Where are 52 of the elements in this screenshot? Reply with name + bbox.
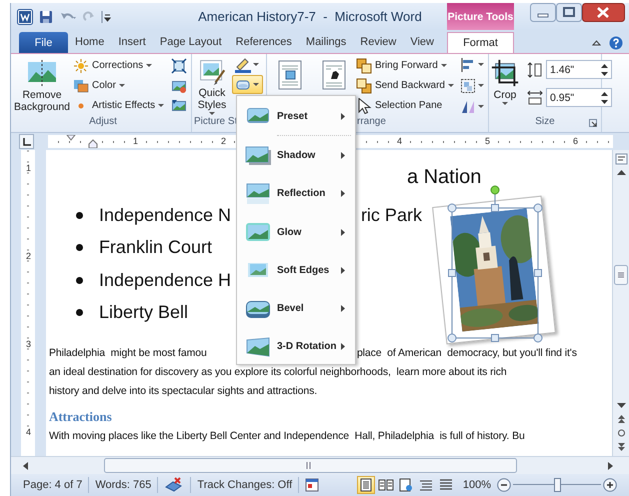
ribbon-button[interactable]: Corrections <box>69 56 171 75</box>
ribbon-tab[interactable]: References <box>228 32 299 53</box>
menu-item[interactable]: Reflection <box>237 174 355 213</box>
ribbon-tab[interactable]: Insert <box>111 32 153 53</box>
menu-item[interactable]: Soft Edges <box>237 251 355 290</box>
ribbon-button[interactable]: Send Backward <box>354 76 457 95</box>
subheading: Attractions <box>48 408 113 426</box>
page-count[interactable]: Page: 4 of 7 <box>23 479 82 491</box>
menu-item[interactable]: Preset <box>237 97 355 136</box>
width-field[interactable]: 0.95" <box>546 88 612 107</box>
quick-styles-button[interactable]: Quick Styles <box>192 56 232 115</box>
menu-item[interactable]: Shadow <box>237 136 355 175</box>
paragraph-line: With moving places like the Liberty Bell Center and Independence Hall, Philadelphia is full of history. Bu <box>48 430 525 442</box>
menu-item[interactable]: Bevel <box>237 289 355 328</box>
list-item-text: Independence N <box>98 204 232 225</box>
ribbon-tab[interactable]: Mailings <box>298 32 354 53</box>
ribbon-button[interactable]: Bring Forward <box>354 56 457 75</box>
remove-background-button[interactable]: Remove Background <box>15 56 69 115</box>
window-title: American History7-7 - Microsoft Word <box>197 9 423 24</box>
contextual-tab-title: Picture Tools <box>447 3 514 30</box>
ribbon-button[interactable]: Selection Pane <box>354 96 457 115</box>
ribbon-tab[interactable]: Home <box>68 32 112 53</box>
ribbon-button[interactable]: Artistic Effects <box>69 96 171 115</box>
paragraph-line: history and delve into its spectacular sights and attractions. <box>48 384 318 399</box>
ruler-number: 2 <box>26 251 31 261</box>
ribbon-tab[interactable]: Page Layout <box>152 32 229 53</box>
group-label: Adjust <box>89 116 117 127</box>
word-count[interactable]: Words: 765 <box>95 479 152 491</box>
ribbon-tab[interactable]: Review <box>353 32 404 53</box>
crop-button[interactable]: Crop <box>489 56 521 115</box>
list-item-text: Independence H <box>98 270 232 290</box>
ribbon-button[interactable]: Color <box>69 76 171 95</box>
ruler-number: 4 <box>26 427 31 437</box>
paragraph-line: place of American democracy, but you'll find it's <box>356 346 577 361</box>
ribbon-tab[interactable]: View <box>403 32 441 53</box>
ruler-number: 1 <box>26 163 31 173</box>
ribbon-tab[interactable]: Format <box>447 32 514 53</box>
list-item-text: Franklin Court <box>98 237 212 258</box>
group-label: rrange <box>357 116 386 127</box>
paragraph-line: Philadelphia might be most famou <box>48 347 207 359</box>
menu-item[interactable]: Glow <box>237 212 355 252</box>
list-item-text: ric Park <box>360 204 422 226</box>
file-tab[interactable]: File <box>19 32 68 53</box>
zoom-level[interactable]: 100% <box>462 479 491 491</box>
ruler-number: 3 <box>26 339 31 349</box>
heading-text: a Nation <box>406 165 482 190</box>
group-label: Size <box>535 116 555 129</box>
height-field[interactable]: 1.46" <box>546 60 612 79</box>
menu-item[interactable]: 3-D Rotation <box>237 328 355 366</box>
paragraph-line: an ideal destination for discovery as you explore its colorful neighborhoods, learn more about its rich <box>48 365 507 380</box>
track-changes-status[interactable]: Track Changes: Off <box>197 479 292 491</box>
list-item-text: Liberty Bell <box>98 302 188 322</box>
